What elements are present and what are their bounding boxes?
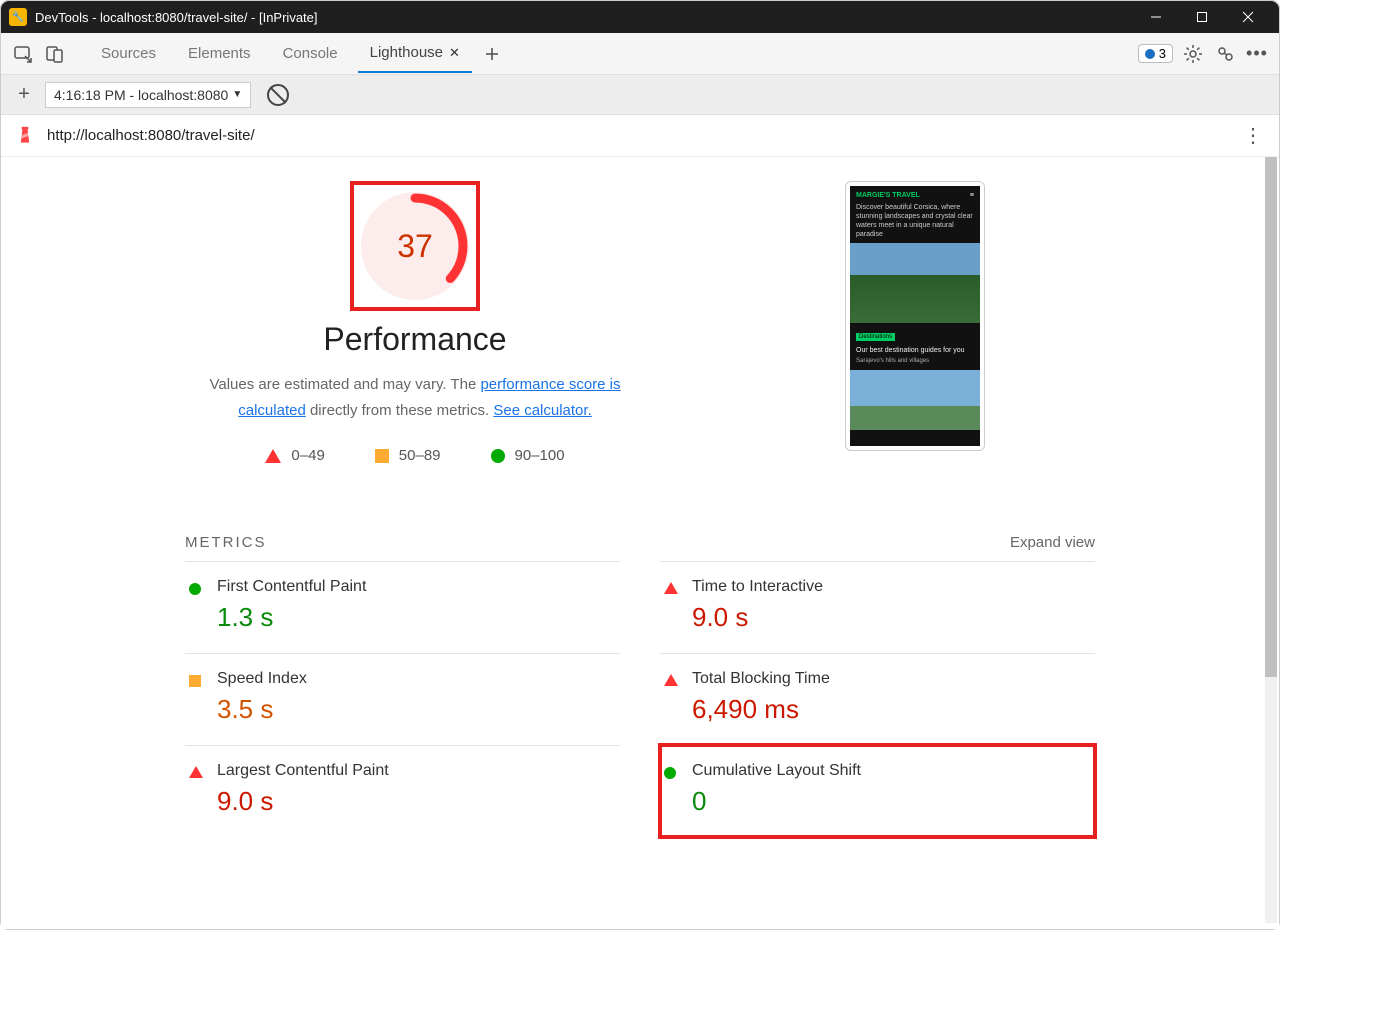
new-tab-button[interactable] <box>480 34 504 73</box>
circle-green-icon <box>664 767 676 779</box>
metrics-label: METRICS <box>185 534 267 551</box>
issues-count: 3 <box>1159 46 1166 61</box>
square-orange-icon <box>189 675 201 687</box>
report-timestamp: 4:16:18 PM - localhost:8080 <box>54 87 228 103</box>
chevron-down-icon: ▼ <box>232 89 242 100</box>
metric-name: Cumulative Layout Shift <box>692 762 1091 780</box>
report-menu-button[interactable]: ⋮ <box>1241 123 1265 148</box>
tab-elements[interactable]: Elements <box>176 34 263 73</box>
scrollbar-thumb[interactable] <box>1265 157 1277 677</box>
more-horizontal-icon: ••• <box>1246 43 1268 64</box>
thumb-secondary-image <box>850 370 980 430</box>
metric-speed-index[interactable]: Speed Index 3.5 s <box>185 653 620 745</box>
metric-largest-contentful-paint[interactable]: Largest Contentful Paint 9.0 s <box>185 745 620 837</box>
thumb-sub: Our best destination guides for you <box>856 347 974 354</box>
report-scroll-area[interactable]: 37 Performance Values are estimated and … <box>1 157 1279 929</box>
metric-total-blocking-time[interactable]: Total Blocking Time 6,490 ms <box>660 653 1095 745</box>
metric-value: 9.0 s <box>217 786 616 817</box>
thumb-tiny: Sarajevo's hills and villages <box>856 358 974 364</box>
legend-average: 50–89 <box>375 447 441 464</box>
performance-title: Performance <box>185 321 645 358</box>
metric-value: 6,490 ms <box>692 694 1091 725</box>
metric-time-to-interactive[interactable]: Time to Interactive 9.0 s <box>660 561 1095 653</box>
plus-icon <box>484 46 500 62</box>
performance-description: Values are estimated and may vary. The p… <box>185 372 645 423</box>
window-titlebar: 🔧 DevTools - localhost:8080/travel-site/… <box>1 1 1279 33</box>
triangle-red-icon <box>265 449 281 463</box>
square-orange-icon <box>375 449 389 463</box>
report-url-bar: http://localhost:8080/travel-site/ ⋮ <box>1 115 1279 157</box>
close-button[interactable] <box>1225 1 1271 33</box>
metric-name: Total Blocking Time <box>692 670 1091 688</box>
metric-value: 9.0 s <box>692 602 1091 633</box>
device-toolbar-icon[interactable] <box>43 42 67 66</box>
new-report-button[interactable]: + <box>13 83 35 106</box>
metric-value: 1.3 s <box>217 602 616 633</box>
performance-section: 37 Performance Values are estimated and … <box>185 181 645 464</box>
metrics-header: METRICS Expand view <box>185 534 1095 561</box>
legend-fail: 0–49 <box>265 447 324 464</box>
metric-value: 3.5 s <box>217 694 616 725</box>
triangle-red-icon <box>664 674 678 686</box>
metric-first-contentful-paint[interactable]: First Contentful Paint 1.3 s <box>185 561 620 653</box>
expand-view-link[interactable]: Expand view <box>1010 534 1095 551</box>
panel-tabs: Sources Elements Console Lighthouse ✕ <box>89 34 504 73</box>
maximize-icon <box>1196 11 1208 23</box>
performance-gauge: 37 <box>361 192 469 300</box>
tab-console[interactable]: Console <box>271 34 350 73</box>
thumb-hero-text: Discover beautiful Corsica, where stunni… <box>856 203 974 239</box>
devtools-tabs-row: Sources Elements Console Lighthouse ✕ 3 … <box>1 33 1279 75</box>
settings-button[interactable] <box>1181 42 1205 66</box>
issues-dot-icon <box>1145 49 1155 59</box>
window-title: DevTools - localhost:8080/travel-site/ -… <box>35 10 1133 25</box>
maximize-button[interactable] <box>1179 1 1225 33</box>
thumb-hero-image <box>850 243 980 323</box>
lighthouse-logo-icon <box>15 126 35 146</box>
legend-pass: 90–100 <box>491 447 565 464</box>
more-button[interactable]: ••• <box>1245 42 1269 66</box>
lighthouse-toolbar: + 4:16:18 PM - localhost:8080 ▼ <box>1 75 1279 115</box>
devtools-app-icon: 🔧 <box>9 8 27 26</box>
circle-green-icon <box>189 583 201 595</box>
metrics-grid: First Contentful Paint 1.3 s Time to Inter… <box>185 561 1095 837</box>
triangle-red-icon <box>189 766 203 778</box>
window-controls <box>1133 1 1271 33</box>
metric-name: Largest Contentful Paint <box>217 762 616 780</box>
metric-cumulative-layout-shift[interactable]: Cumulative Layout Shift 0 <box>660 745 1095 837</box>
thumb-badge: Destinations <box>856 333 895 341</box>
performance-score: 37 <box>397 228 433 265</box>
clear-all-button[interactable] <box>267 84 289 106</box>
gear-icon <box>1183 44 1203 64</box>
report-url: http://localhost:8080/travel-site/ <box>47 127 1229 144</box>
performance-gauge-highlight: 37 <box>350 181 480 311</box>
score-legend: 0–49 50–89 90–100 <box>185 447 645 464</box>
report-selector[interactable]: 4:16:18 PM - localhost:8080 ▼ <box>45 82 251 108</box>
thumb-brand: MARGIE'S TRAVEL <box>856 192 920 199</box>
circle-green-icon <box>491 449 505 463</box>
inspect-element-icon[interactable] <box>11 42 35 66</box>
activity-icon <box>1215 44 1235 64</box>
tab-lighthouse[interactable]: Lighthouse ✕ <box>358 34 472 73</box>
metric-value: 0 <box>692 786 1091 817</box>
metric-name: First Contentful Paint <box>217 578 616 596</box>
hamburger-icon: ≡ <box>970 192 974 199</box>
metric-name: Speed Index <box>217 670 616 688</box>
lighthouse-report: 37 Performance Values are estimated and … <box>185 157 1095 837</box>
see-calculator-link[interactable]: See calculator. <box>493 402 591 419</box>
close-icon <box>1242 11 1254 23</box>
tab-sources[interactable]: Sources <box>89 34 168 73</box>
triangle-red-icon <box>664 582 678 594</box>
tab-close-icon[interactable]: ✕ <box>449 45 460 61</box>
activity-button[interactable] <box>1213 42 1237 66</box>
issues-counter[interactable]: 3 <box>1138 44 1173 63</box>
minimize-button[interactable] <box>1133 1 1179 33</box>
page-screenshot-thumbnail: MARGIE'S TRAVEL ≡ Discover beautiful Cors… <box>845 181 985 451</box>
minimize-icon <box>1150 11 1162 23</box>
metric-name: Time to Interactive <box>692 578 1091 596</box>
